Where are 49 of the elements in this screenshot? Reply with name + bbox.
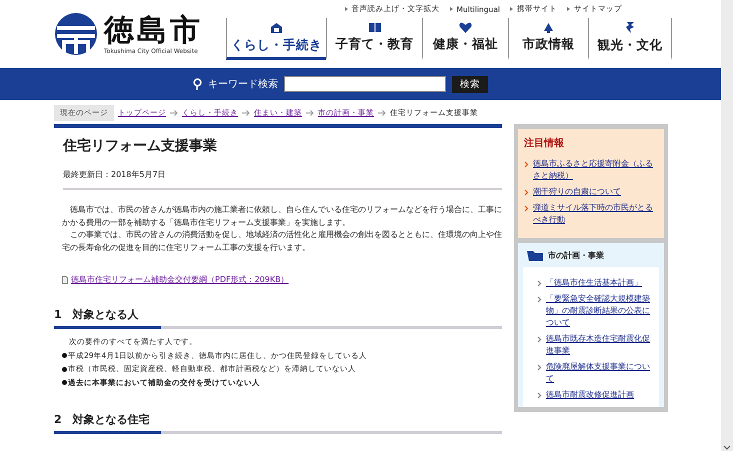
scroll-down-icon[interactable] [723, 445, 731, 451]
related-link[interactable]: 危険廃屋解体支援事業について [546, 361, 653, 385]
document-icon [62, 276, 68, 284]
bullet-dot-icon [62, 380, 67, 386]
arrow-icon [242, 110, 250, 116]
chevron-icon [537, 364, 542, 371]
folder-icon [527, 250, 543, 261]
chevron-icon [537, 392, 542, 399]
page-title: 住宅リフォーム支援事業 [63, 137, 218, 155]
search-button[interactable]: 検索 [452, 76, 488, 92]
related-link[interactable]: 徳島市耐震改修促進計画 [546, 389, 634, 401]
chevron-icon [524, 161, 529, 168]
search-icon [193, 78, 202, 90]
notice-title: 注目情報 [524, 136, 565, 150]
related-link[interactable]: 「徳島市住生活基本計画」 [546, 277, 642, 289]
nav-tab[interactable]: 健康・福祉 [422, 18, 508, 60]
chevron-icon [524, 189, 529, 196]
nav-tab[interactable]: くらし・手続き [226, 18, 326, 60]
search-field[interactable] [284, 76, 446, 92]
arrow-icon [378, 110, 386, 116]
heart-icon [459, 22, 472, 33]
chevron-icon [537, 336, 542, 343]
bullet-dot-icon [62, 366, 67, 372]
last-updated: 最終更新日：2018年5月7日 [63, 169, 502, 190]
pdf-link[interactable]: 徳島市住宅リフォーム補助金交付要綱（PDF形式：209KB） [71, 274, 289, 285]
body-paragraph: 徳島市では、市民の皆さんが徳島市内の施工業者に依頼し、自ら住んでいる住宅のリフォームなどを行う場合に、工事にかかる費用の一部を補助する「徳島市住宅リフォーム支援事業」を実施します。 [61, 204, 502, 228]
chevron-icon [537, 280, 542, 287]
nav-tab[interactable]: 観光・文化 [588, 18, 672, 60]
related-title: 市の計画・事業 [548, 250, 604, 261]
section-heading: 2 対象となる住宅 [54, 412, 502, 434]
arrow-icon [306, 110, 314, 116]
city-emblem-icon [54, 12, 98, 56]
related-link[interactable]: 徳島市既存木造住宅耐震化促進事業 [546, 333, 653, 357]
notice-link[interactable]: 徳島市ふるさと応援寄附金（ふるさと納税） [533, 158, 658, 182]
chevron-icon [537, 296, 542, 303]
nav-tab[interactable]: 市政情報 [508, 18, 588, 60]
house-icon [270, 22, 283, 34]
section-heading: 1 対象となる人 [54, 307, 502, 329]
body-paragraph: この事業では、市民の皆さんの消費活動を促し、地域経済の活性化と雇用機会の創出を図るとともに、住環境の向上や住宅の長寿命化の促進を目的に住宅リフォーム工事の支援を行います。 [61, 229, 502, 254]
site-logo-text: 徳島市 [104, 14, 203, 48]
search-label: キーワード検索 [208, 78, 278, 91]
chevron-icon [524, 205, 529, 212]
notice-link[interactable]: 弾道ミサイル落下時の市民がとるべき行動 [533, 202, 658, 226]
notice-link[interactable]: 潮干狩りの自粛について [533, 186, 621, 198]
book-icon [368, 22, 382, 33]
nav-tab[interactable]: 子育て・教育 [326, 18, 422, 60]
related-link[interactable]: 「要緊急安全確認大規模建築物」の耐震診断結果の公表について [546, 293, 653, 329]
bullet-dot-icon [62, 353, 67, 358]
arrow-icon [170, 110, 178, 116]
